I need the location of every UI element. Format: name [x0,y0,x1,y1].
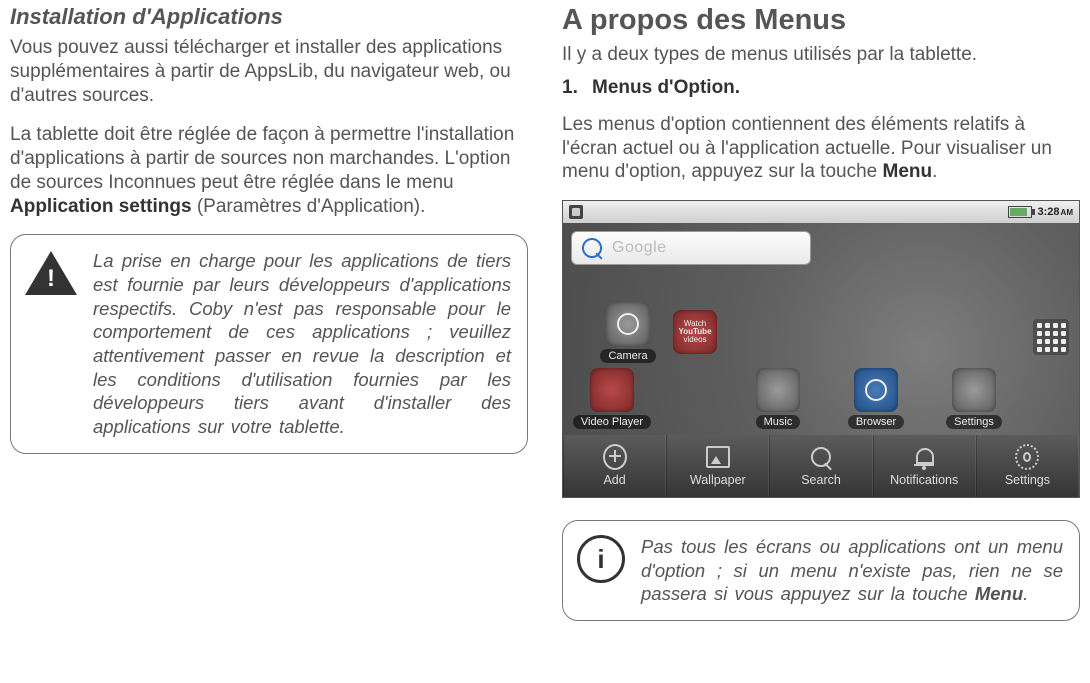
menu-notifications[interactable]: Notifications [873,435,976,497]
music-icon [756,368,800,412]
video-player-icon [590,368,634,412]
settings-app-icon [952,368,996,412]
app-drawer-button[interactable] [1033,319,1069,355]
app-youtube[interactable]: WatchYouTubevideos [665,310,725,429]
status-bar: 3:28AM [563,201,1079,223]
google-search-box[interactable]: Google [571,231,811,265]
info-callout: i Pas tous les écrans ou applications on… [562,520,1080,621]
right-intro: Il y a deux types de menus utilisés par … [562,43,1080,67]
options-menu-bar: Add Wallpaper Search Notifications Setti… [563,435,1079,497]
app-settings[interactable]: Settings [929,368,1019,429]
camera-icon [606,302,650,346]
magnifier-icon [811,447,831,467]
option-menu-para: Les menus d'option contiennent des éléme… [562,113,1080,184]
option-para-pre: Les menus d'option contiennent des éléme… [562,114,1052,183]
app-browser[interactable]: Browser [831,368,921,429]
notification-indicator-icon [569,205,583,219]
left-heading: Installation d'Applications [10,4,528,30]
list-number: 1. [562,77,592,99]
right-column: A propos des Menus Il y a deux types de … [562,4,1080,621]
browser-icon [854,368,898,412]
app-music[interactable]: Music [733,368,823,429]
search-placeholder: Google [612,239,667,257]
menu-key-term: Menu [883,161,933,182]
warning-icon: ! [25,249,77,297]
list-text: Menus d'Option. [592,77,740,98]
application-settings-term: Application settings [10,196,192,217]
app-camera[interactable]: Camera [583,302,673,363]
left-para-1: Vous pouvez aussi télécharger et install… [10,36,528,107]
gear-icon [1015,444,1039,470]
info-menu-term: Menu [975,583,1023,604]
info-text: Pas tous les écrans ou applications ont … [641,535,1063,606]
option-para-post: . [932,161,937,182]
option-menus-list-item: 1.Menus d'Option. [562,77,1080,99]
wallpaper-icon [706,446,730,468]
tablet-screenshot: 3:28AM Google [562,200,1080,498]
app-video-player[interactable]: Video Player [567,368,657,429]
bell-icon [914,448,934,466]
left-para-2: La tablette doit être réglée de façon à … [10,123,528,218]
menu-add[interactable]: Add [563,435,666,497]
youtube-icon: WatchYouTubevideos [673,310,717,354]
menu-settings[interactable]: Settings [976,435,1079,497]
plus-icon [603,444,627,470]
warning-text: La prise en charge pour les applications… [93,249,511,438]
home-screen[interactable]: Google Camera [563,223,1079,435]
warning-callout: ! La prise en charge pour les applicatio… [10,234,528,453]
status-time: 3:28AM [1038,206,1073,218]
search-icon [582,238,602,258]
battery-icon [1008,206,1032,218]
left-column: Installation d'Applications Vous pouvez … [10,4,528,621]
left-para-2-pre: La tablette doit être réglée de façon à … [10,124,514,193]
left-para-2-post: (Paramètres d'Application). [192,196,426,217]
info-post: . [1023,583,1028,604]
info-icon: i [577,535,625,583]
menu-search[interactable]: Search [769,435,872,497]
menu-wallpaper[interactable]: Wallpaper [666,435,769,497]
right-heading: A propos des Menus [562,4,1080,37]
